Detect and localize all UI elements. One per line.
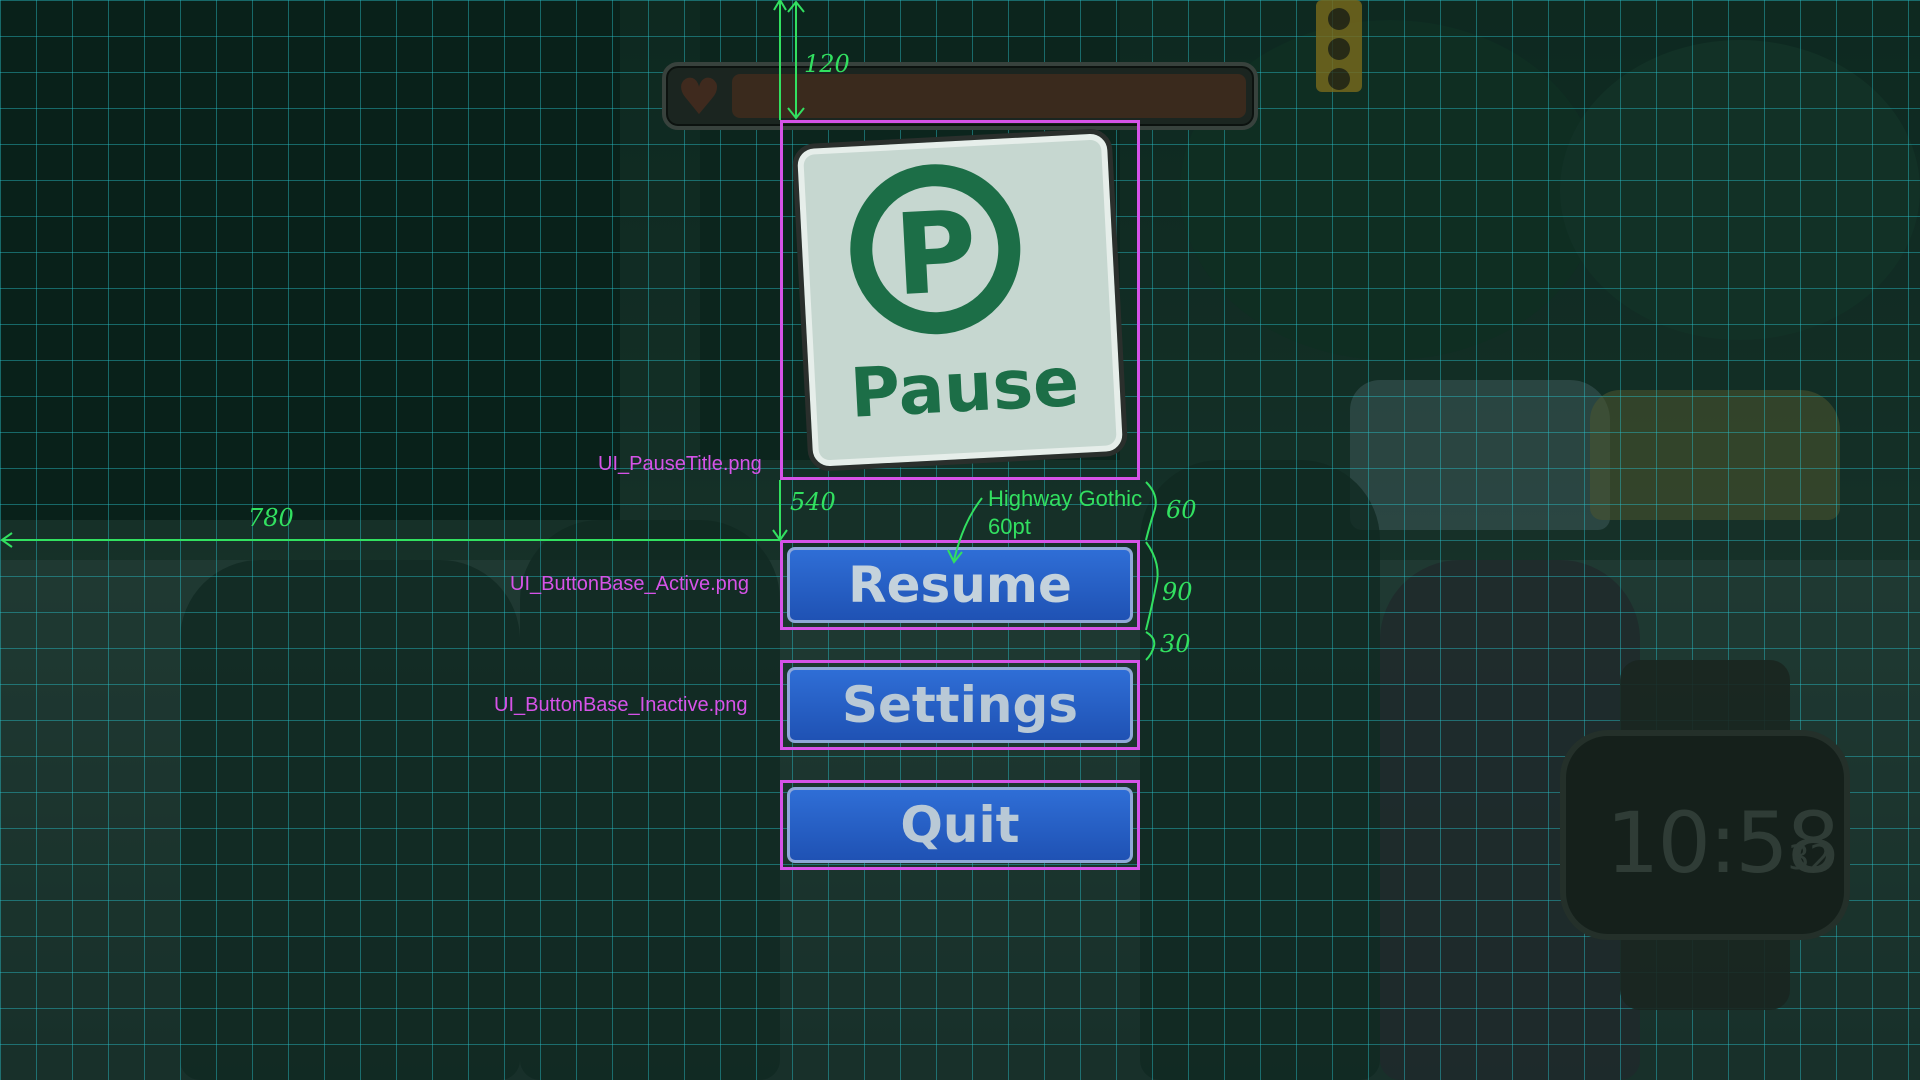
health-bar-fill bbox=[732, 74, 1246, 118]
dim-top-margin: 120 bbox=[804, 50, 850, 78]
pause-title-bounds bbox=[780, 120, 1140, 480]
asset-label-title: UI_PauseTitle.png bbox=[598, 453, 762, 475]
watch: 10:58 32 bbox=[1560, 730, 1850, 940]
dim-button-spacing: 30 bbox=[1160, 630, 1191, 658]
resume-button-label: Resume bbox=[787, 547, 1133, 623]
settings-button-label: Settings bbox=[787, 667, 1133, 743]
quit-button-label: Quit bbox=[787, 787, 1133, 863]
dim-title-gap: 60 bbox=[1166, 496, 1197, 524]
asset-label-button-active: UI_ButtonBase_Active.png bbox=[510, 573, 750, 595]
resume-button[interactable]: Resume bbox=[780, 540, 1140, 630]
font-note-name: Highway Gothic bbox=[988, 486, 1143, 511]
settings-button[interactable]: Settings bbox=[780, 660, 1140, 750]
dim-button-height: 90 bbox=[1162, 578, 1193, 606]
dim-vertical-position: 540 bbox=[790, 488, 836, 516]
traffic-light bbox=[1316, 0, 1362, 92]
heart-icon: ♥ bbox=[676, 68, 722, 126]
font-note-size: 60pt bbox=[988, 514, 1031, 539]
watch-seconds: 32 bbox=[1788, 838, 1832, 878]
asset-label-button-inactive: UI_ButtonBase_Inactive.png bbox=[494, 694, 748, 716]
dim-left-offset: 780 bbox=[248, 504, 294, 532]
quit-button[interactable]: Quit bbox=[780, 780, 1140, 870]
